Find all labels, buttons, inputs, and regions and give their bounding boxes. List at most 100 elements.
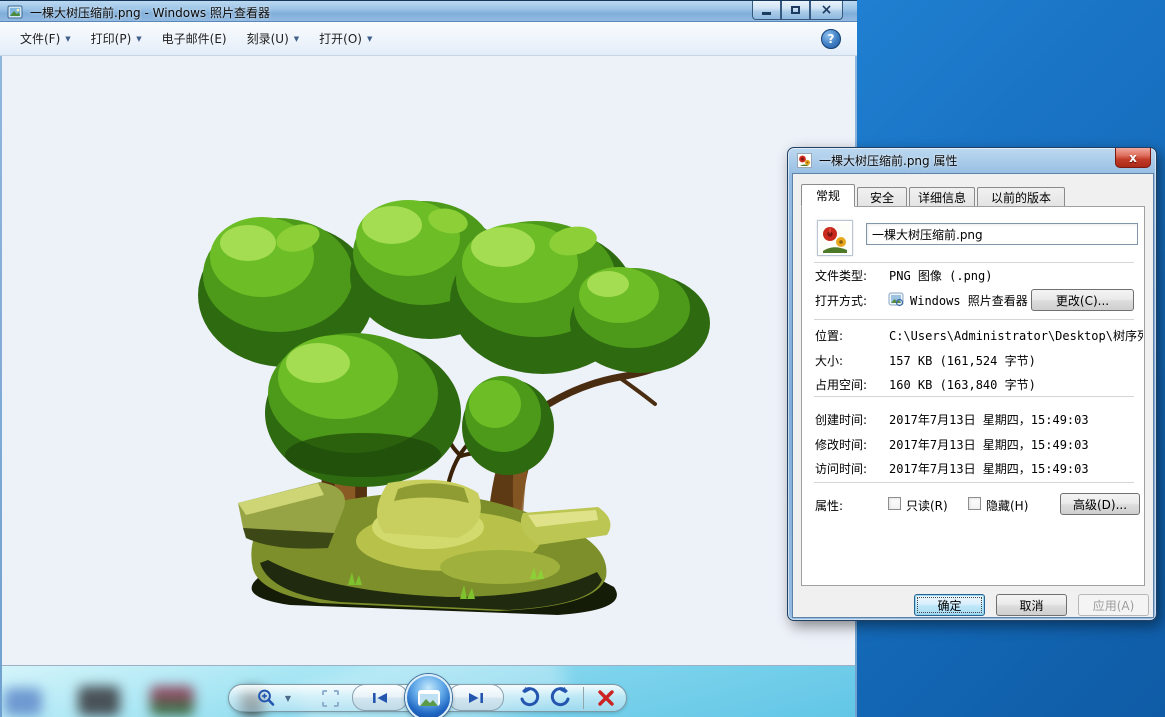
previous-track-icon (373, 692, 387, 703)
rotate-counterclockwise-icon (520, 687, 540, 707)
chevron-down-icon: ▼ (136, 34, 142, 43)
change-button[interactable]: 更改(C)... (1031, 289, 1134, 311)
separator (814, 319, 1134, 320)
open-with-label: 打开方式: (815, 294, 868, 308)
tab-security-label: 安全 (869, 190, 894, 205)
delete-button[interactable] (594, 686, 618, 710)
tab-general-label: 常规 (815, 189, 840, 203)
tab-previous-versions[interactable]: 以前的版本 (977, 187, 1065, 207)
menu-print-label: 打印(P) (90, 32, 132, 46)
tree-image (198, 200, 710, 615)
blurred-taskbar-icon (78, 686, 120, 716)
modified-value: 2017年7月13日 星期四，15:49:03 (889, 438, 1089, 452)
file-thumbnail (817, 220, 853, 256)
advanced-button-label: 高级(D)... (1072, 497, 1128, 512)
viewer-titlebar: 一棵大树压缩前.png - Windows 照片查看器 × (0, 0, 857, 22)
created-value: 2017年7月13日 星期四，15:49:03 (889, 413, 1089, 427)
attributes-label: 属性: (815, 499, 844, 513)
maximize-icon (791, 6, 800, 14)
tab-details[interactable]: 详细信息 (909, 187, 975, 207)
help-button[interactable]: ? (821, 29, 841, 49)
rotate-clockwise-icon (550, 687, 570, 707)
chevron-down-icon: ▼ (293, 34, 300, 43)
menu-open-label: 打开(O) (319, 32, 362, 46)
chevron-down-icon: ▼ (284, 693, 292, 703)
file-type-label: 文件类型: (815, 269, 868, 283)
chevron-down-icon: ▼ (366, 34, 373, 43)
hidden-label: 隐藏(H) (986, 499, 1029, 513)
menu-print[interactable]: 打印(P) ▼ (81, 25, 152, 52)
menu-email[interactable]: 电子邮件(E) (152, 25, 237, 52)
minimize-icon (762, 12, 771, 15)
size-value: 157 KB (161,524 字节) (889, 354, 1036, 368)
next-button[interactable] (448, 684, 504, 711)
general-tab-panel: 文件类型: PNG 图像 (.png) 打开方式: Windows 照片查看器 … (801, 206, 1145, 586)
size-on-disk-label: 占用空间: (815, 378, 868, 392)
accessed-value: 2017年7月13日 星期四，15:49:03 (889, 462, 1089, 476)
zoom-button[interactable] (254, 687, 278, 709)
menu-email-label: 电子邮件(E) (161, 32, 227, 46)
maximize-button[interactable] (781, 1, 810, 20)
cancel-button[interactable]: 取消 (996, 594, 1067, 616)
menu-burn[interactable]: 刻录(U) ▼ (237, 25, 310, 52)
menu-file[interactable]: 文件(F) ▼ (10, 25, 81, 52)
advanced-button[interactable]: 高级(D)... (1060, 493, 1140, 515)
readonly-checkbox[interactable] (888, 497, 901, 510)
tab-previous-versions-label: 以前的版本 (990, 190, 1051, 205)
caption-buttons: × (752, 1, 843, 20)
separator (814, 482, 1134, 483)
size-label: 大小: (815, 354, 844, 368)
zoom-dropdown[interactable]: ▼ (282, 692, 294, 704)
properties-dialog: 一棵大树压缩前.png 属性 x 常规 安全 详细信息 以前的版本 文件 (787, 147, 1157, 621)
red-x-icon (598, 690, 614, 706)
ok-button-label: 确定 (937, 598, 962, 613)
next-track-icon (469, 692, 483, 703)
window-title: 一棵大树压缩前.png - Windows 照片查看器 (30, 6, 270, 20)
location-label: 位置: (815, 329, 844, 343)
magnifier-plus-icon (258, 689, 275, 706)
photo-viewer-icon (888, 292, 904, 307)
ok-button[interactable]: 确定 (914, 594, 985, 616)
previous-button[interactable] (352, 684, 408, 711)
question-mark-icon: ? (827, 32, 835, 46)
dialog-close-button[interactable]: x (1115, 148, 1151, 168)
file-type-value: PNG 图像 (.png) (889, 269, 993, 283)
minimize-button[interactable] (752, 1, 781, 20)
picture-icon (7, 5, 23, 19)
menu-file-label: 文件(F) (20, 32, 61, 46)
hidden-checkbox[interactable] (968, 497, 981, 510)
size-on-disk-value: 160 KB (163,840 字节) (889, 378, 1036, 392)
picture-play-orb-icon (417, 689, 440, 706)
close-icon: x (1129, 150, 1137, 165)
rotate-cw-button[interactable] (548, 684, 574, 710)
toolbar-divider (583, 687, 584, 709)
accessed-label: 访问时间: (815, 462, 868, 476)
open-with-value: Windows 照片查看器 (910, 294, 1028, 308)
apply-button: 应用(A) (1078, 594, 1149, 616)
menu-open[interactable]: 打开(O) ▼ (309, 25, 382, 52)
tab-security[interactable]: 安全 (857, 187, 907, 207)
desktop: 一棵大树压缩前.png - Windows 照片查看器 × 文件(F) ▼ 打印… (0, 0, 1165, 717)
photo-viewer-window: 一棵大树压缩前.png - Windows 照片查看器 × 文件(F) ▼ 打印… (0, 0, 857, 717)
readonly-label: 只读(R) (906, 499, 948, 513)
location-value: C:\Users\Administrator\Desktop\树序列帧-推 (889, 329, 1143, 343)
blurred-taskbar-icon (150, 686, 194, 716)
chevron-down-icon: ▼ (65, 34, 71, 43)
viewer-menubar: 文件(F) ▼ 打印(P) ▼ 电子邮件(E) 刻录(U) ▼ 打开(O) ▼ … (0, 22, 857, 56)
filename-input[interactable] (866, 223, 1138, 245)
tab-general[interactable]: 常规 (801, 184, 855, 207)
separator (814, 262, 1134, 263)
change-button-label: 更改(C)... (1055, 293, 1110, 308)
rotate-ccw-button[interactable] (516, 684, 542, 710)
close-icon: × (820, 2, 833, 18)
tab-details-label: 详细信息 (917, 190, 966, 205)
fit-frame-icon (321, 689, 339, 707)
menu-burn-label: 刻录(U) (246, 32, 289, 46)
created-label: 创建时间: (815, 413, 868, 427)
close-button[interactable]: × (810, 1, 843, 20)
modified-label: 修改时间: (815, 438, 868, 452)
actual-size-button[interactable] (320, 688, 340, 708)
flower-image-file-icon (820, 223, 850, 253)
separator (814, 396, 1134, 397)
slideshow-button[interactable] (405, 674, 452, 717)
